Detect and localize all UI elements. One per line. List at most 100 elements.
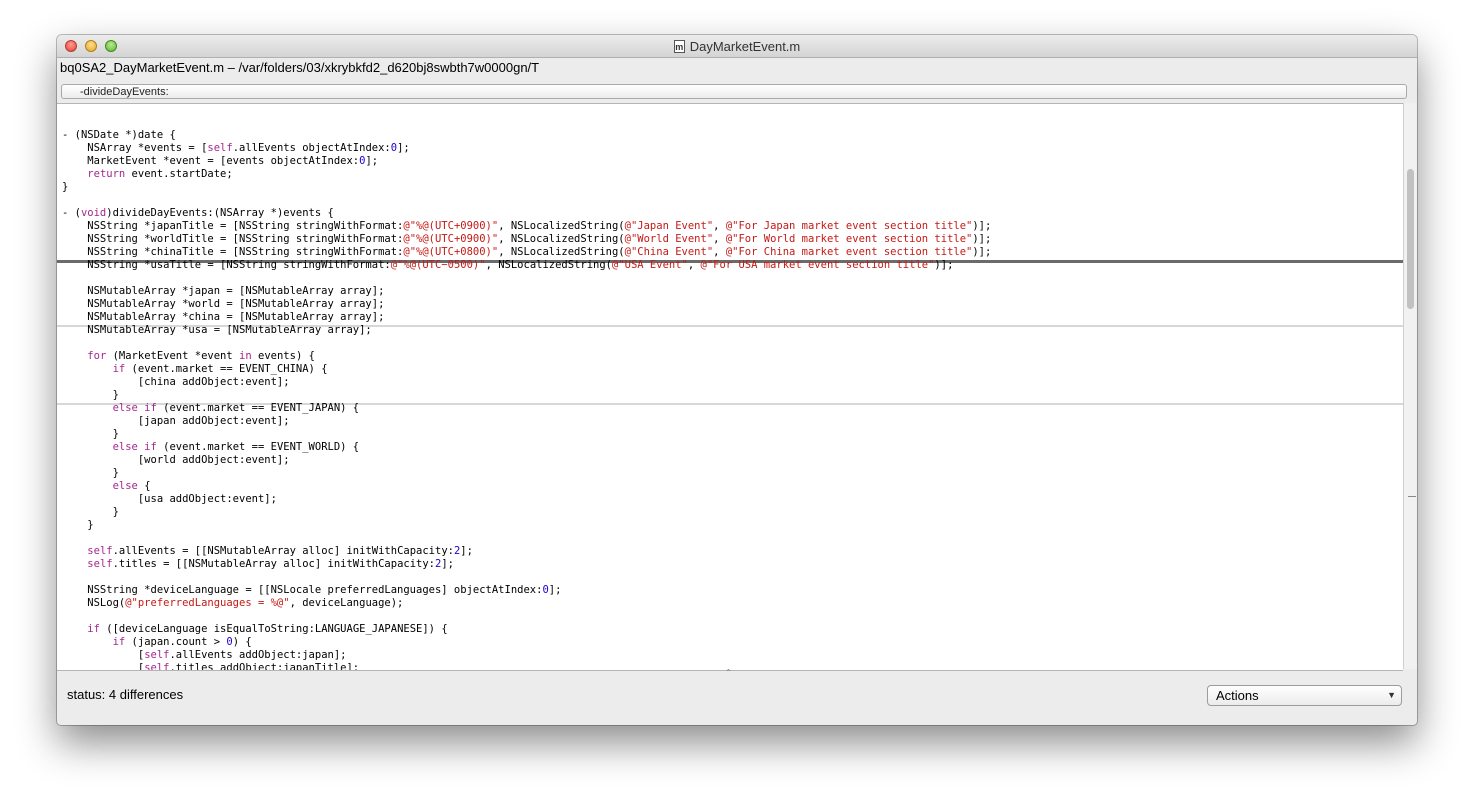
code-text: NSLog(: [62, 597, 126, 609]
code-line: [self.allEvents addObject:japan];: [62, 649, 991, 662]
code-text: }: [62, 506, 119, 518]
code-text: }: [62, 181, 69, 193]
code-line: [world addObject:event];: [62, 454, 991, 467]
actions-popup[interactable]: Actions ▼: [1207, 685, 1402, 706]
code-text: .allEvents addObject:japan];: [169, 649, 347, 661]
filemerge-window: m DayMarketEvent.m bq0SA2_DayMarketEvent…: [57, 35, 1417, 725]
code-keyword: if: [87, 623, 100, 635]
code-text: )];: [972, 220, 992, 232]
code-text: event.startDate;: [125, 168, 233, 180]
code-keyword: self: [144, 662, 170, 671]
code-text: (japan.count >: [125, 636, 227, 648]
code-text: NSMutableArray *china = [NSMutableArray …: [62, 311, 385, 323]
code-text: NSString *worldTitle = [NSString stringW…: [62, 233, 404, 245]
code-text: ([deviceLanguage isEqualToString:LANGUAG…: [99, 623, 448, 635]
file-path-label: bq0SA2_DayMarketEvent.m – /var/folders/0…: [60, 60, 540, 75]
code-line: NSString *deviceLanguage = [[NSLocale pr…: [62, 584, 991, 597]
code-text: .allEvents = [[NSMutableArray alloc] ini…: [112, 545, 454, 557]
code-line: if (event.market == EVENT_CHINA) {: [62, 363, 991, 376]
code-text: ];: [441, 558, 454, 570]
code-string: @"World Event": [624, 233, 714, 245]
code-keyword: self: [87, 558, 113, 570]
code-keyword: in: [239, 350, 252, 362]
code-text: .allEvents objectAtIndex:: [232, 142, 391, 154]
code-text: MarketEvent *event = [events objectAtInd…: [62, 155, 360, 167]
code-text: NSArray *events = [: [62, 142, 208, 154]
window-title: DayMarketEvent.m: [689, 38, 801, 54]
code-text: - (: [62, 207, 81, 219]
code-text: NSString *usaTitle = [NSString stringWit…: [62, 259, 391, 271]
code-text: ,: [713, 246, 726, 258]
code-text: ];: [548, 584, 562, 596]
code-text: ];: [397, 142, 410, 154]
code-text: )];: [972, 246, 992, 258]
code-text: - (NSDate *)date {: [62, 129, 176, 141]
code-line: }: [62, 519, 991, 532]
code-line: NSMutableArray *usa = [NSMutableArray ar…: [62, 324, 991, 337]
status-bar: status: 4 differences: [67, 687, 183, 702]
code-text: {: [137, 480, 151, 492]
code-text: [: [62, 662, 145, 671]
code-text: ) {: [232, 636, 252, 648]
code-keyword: self: [87, 545, 113, 557]
code-text: NSString *japanTitle = [NSString stringW…: [62, 220, 404, 232]
source-code[interactable]: - (NSDate *)date { NSArray *events = [ se…: [62, 129, 992, 671]
code-string: @"%@(UTC+0900)": [403, 233, 499, 245]
code-text: ,: [713, 233, 726, 245]
code-text: }: [62, 467, 119, 479]
code-text: .titles = [[NSMutableArray alloc] initWi…: [112, 558, 435, 570]
code-text: events) {: [251, 350, 315, 362]
code-text: }: [62, 519, 94, 531]
code-line: - (void)divideDayEvents:(NSArray *)event…: [62, 207, 991, 220]
code-line: NSMutableArray *china = [NSMutableArray …: [62, 311, 991, 324]
chevron-down-icon: ▼: [1387, 690, 1396, 700]
code-keyword: else if: [112, 402, 157, 414]
code-text: [japan addObject:event];: [62, 415, 290, 427]
code-text: ,: [713, 220, 726, 232]
code-text: [usa addObject:event];: [62, 493, 277, 505]
code-line: }: [62, 389, 991, 402]
code-line: if (japan.count > 0) {: [62, 636, 991, 649]
code-text: , NSLocalizedString(: [498, 233, 625, 245]
code-keyword: self: [144, 649, 170, 661]
code-keyword: return: [87, 168, 126, 180]
status-value: 4 differences: [108, 687, 184, 702]
code-line: [japan addObject:event];: [62, 415, 991, 428]
code-line: for (MarketEvent *event in events) {: [62, 350, 991, 363]
code-line: }: [62, 506, 991, 519]
code-string: @"For World market event section title": [725, 233, 973, 245]
code-line: - (NSDate *)date {: [62, 129, 991, 142]
code-string: @"%@(UTC+0900)": [403, 220, 499, 232]
code-text: (MarketEvent *event: [106, 350, 240, 362]
code-keyword: if: [112, 363, 126, 375]
code-line: NSLog(@"preferredLanguages = %@", device…: [62, 597, 991, 610]
title-bar[interactable]: m DayMarketEvent.m: [57, 35, 1417, 58]
code-string: @"For USA market event section title": [700, 259, 935, 271]
code-text: , deviceLanguage);: [289, 597, 404, 609]
code-text: )divideDayEvents:(NSArray *)events {: [106, 207, 334, 219]
split-handle-icon[interactable]: ⌃: [725, 669, 733, 677]
code-text: ,: [687, 259, 701, 271]
diff-position-marker: [1408, 496, 1416, 497]
code-editor[interactable]: - (NSDate *)date { NSArray *events = [ se…: [57, 103, 1403, 671]
code-line: NSString *japanTitle = [NSString stringW…: [62, 220, 991, 233]
code-line: self.allEvents = [[NSMutableArray alloc]…: [62, 545, 991, 558]
vertical-scrollbar[interactable]: [1403, 103, 1417, 669]
code-line: }: [62, 467, 991, 480]
code-text: NSMutableArray *usa = [NSMutableArray ar…: [62, 324, 372, 336]
function-popup[interactable]: -divideDayEvents:: [61, 84, 1407, 99]
code-string: @"%@(UTC+0800)": [403, 246, 499, 258]
code-string: @"China Event": [624, 246, 714, 258]
scrollbar-thumb[interactable]: [1407, 169, 1414, 309]
code-keyword: for: [87, 350, 107, 362]
code-line: }: [62, 181, 991, 194]
code-text: NSString *deviceLanguage = [[NSLocale pr…: [62, 584, 543, 596]
